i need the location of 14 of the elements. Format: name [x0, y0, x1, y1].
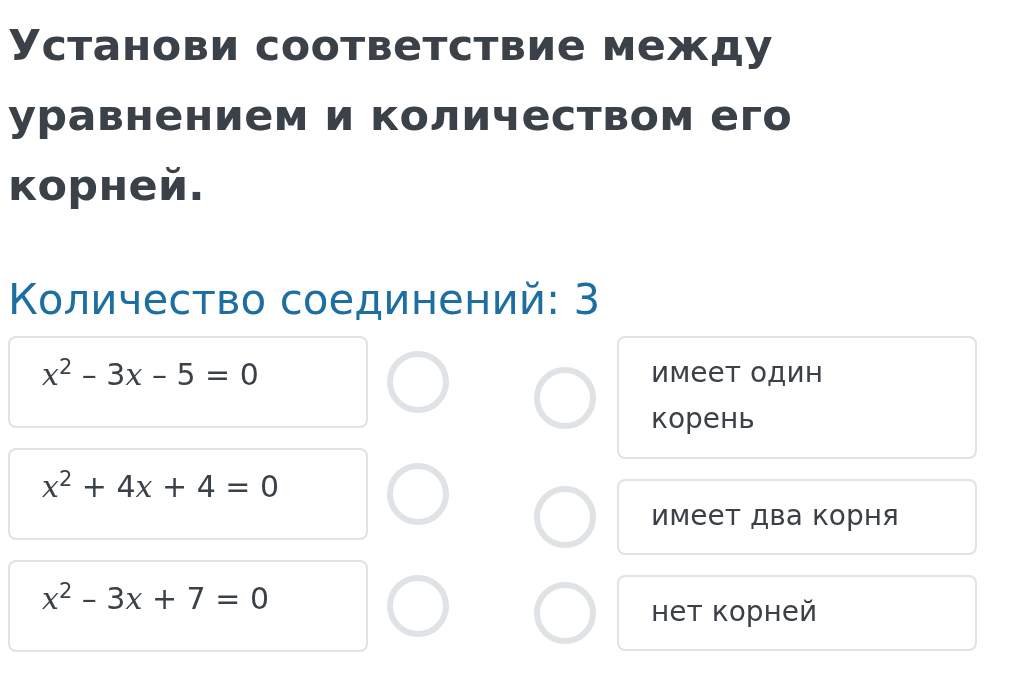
- equation-card[interactable]: x$^{2}$ + 4x + 4 = 0: [8, 448, 368, 540]
- equation-text: x$^{2}$ – 3x + 7 = 0: [42, 581, 269, 616]
- equation-card[interactable]: x$^{2}$ – 3x – 5 = 0: [8, 336, 368, 428]
- answer-text: имеет два корня: [651, 498, 900, 534]
- answer-card[interactable]: имеет один корень: [617, 336, 977, 459]
- equation-text: x$^{2}$ + 4x + 4 = 0: [42, 469, 280, 504]
- answer-text: имеет один корень: [651, 355, 824, 437]
- equation-text: x$^{2}$ – 3x – 5 = 0: [42, 357, 259, 392]
- answer-text: нет корней: [651, 594, 819, 630]
- question-title: Установи соответствие между уравнением и количеством его корней.: [8, 19, 794, 212]
- equation-card[interactable]: x$^{2}$ – 3x + 7 = 0: [8, 560, 368, 652]
- answer-card[interactable]: имеет два корня: [617, 479, 977, 555]
- connections-count: Количество соединений: 3: [8, 274, 602, 326]
- answer-card[interactable]: нет корней: [617, 575, 977, 651]
